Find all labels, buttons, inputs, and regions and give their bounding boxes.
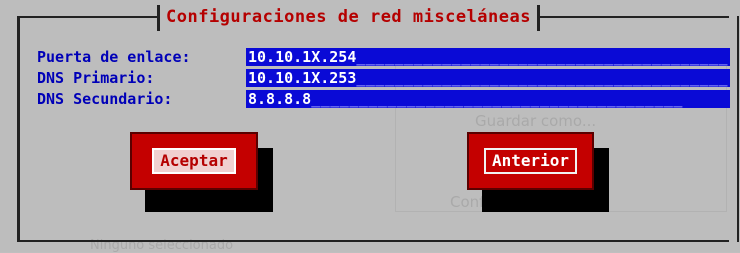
dns-primary-fill: _______________________________________ [356,69,729,87]
installer-screen: Guardar como... Configurar por copia Nin… [0,0,740,253]
accept-button-label: Aceptar [152,148,236,174]
gateway-value: 10.10.1X.254 [248,48,357,66]
gateway-fill: _______________________________________ [356,48,729,66]
dns-secondary-input[interactable]: 8.8.8.8_________________________________… [246,90,730,108]
dns-primary-value: 10.10.1X.253 [248,69,357,87]
dns-secondary-fill: _______________________________________ [311,90,683,108]
back-button[interactable]: Anterior [467,132,594,190]
gateway-label: Puerta de enlace: [37,48,191,66]
gateway-input[interactable]: 10.10.1X.254____________________________… [246,48,730,66]
dns-primary-label: DNS Primario: [37,69,155,87]
dns-primary-input[interactable]: 10.10.1X.253____________________________… [246,69,730,87]
gateway-row: Puerta de enlace: 10.10.1X.254__________… [37,47,730,67]
dialog-title: Configuraciones de red misceláneas [157,5,540,31]
dns-primary-row: DNS Primario: 10.10.1X.253______________… [37,68,730,88]
dns-secondary-value: 8.8.8.8 [248,90,312,108]
back-button-label: Anterior [483,148,578,174]
accept-button[interactable]: Aceptar [130,132,258,190]
dns-secondary-label: DNS Secundario: [37,90,173,108]
dns-secondary-row: DNS Secundario: 8.8.8.8_________________… [37,89,730,109]
